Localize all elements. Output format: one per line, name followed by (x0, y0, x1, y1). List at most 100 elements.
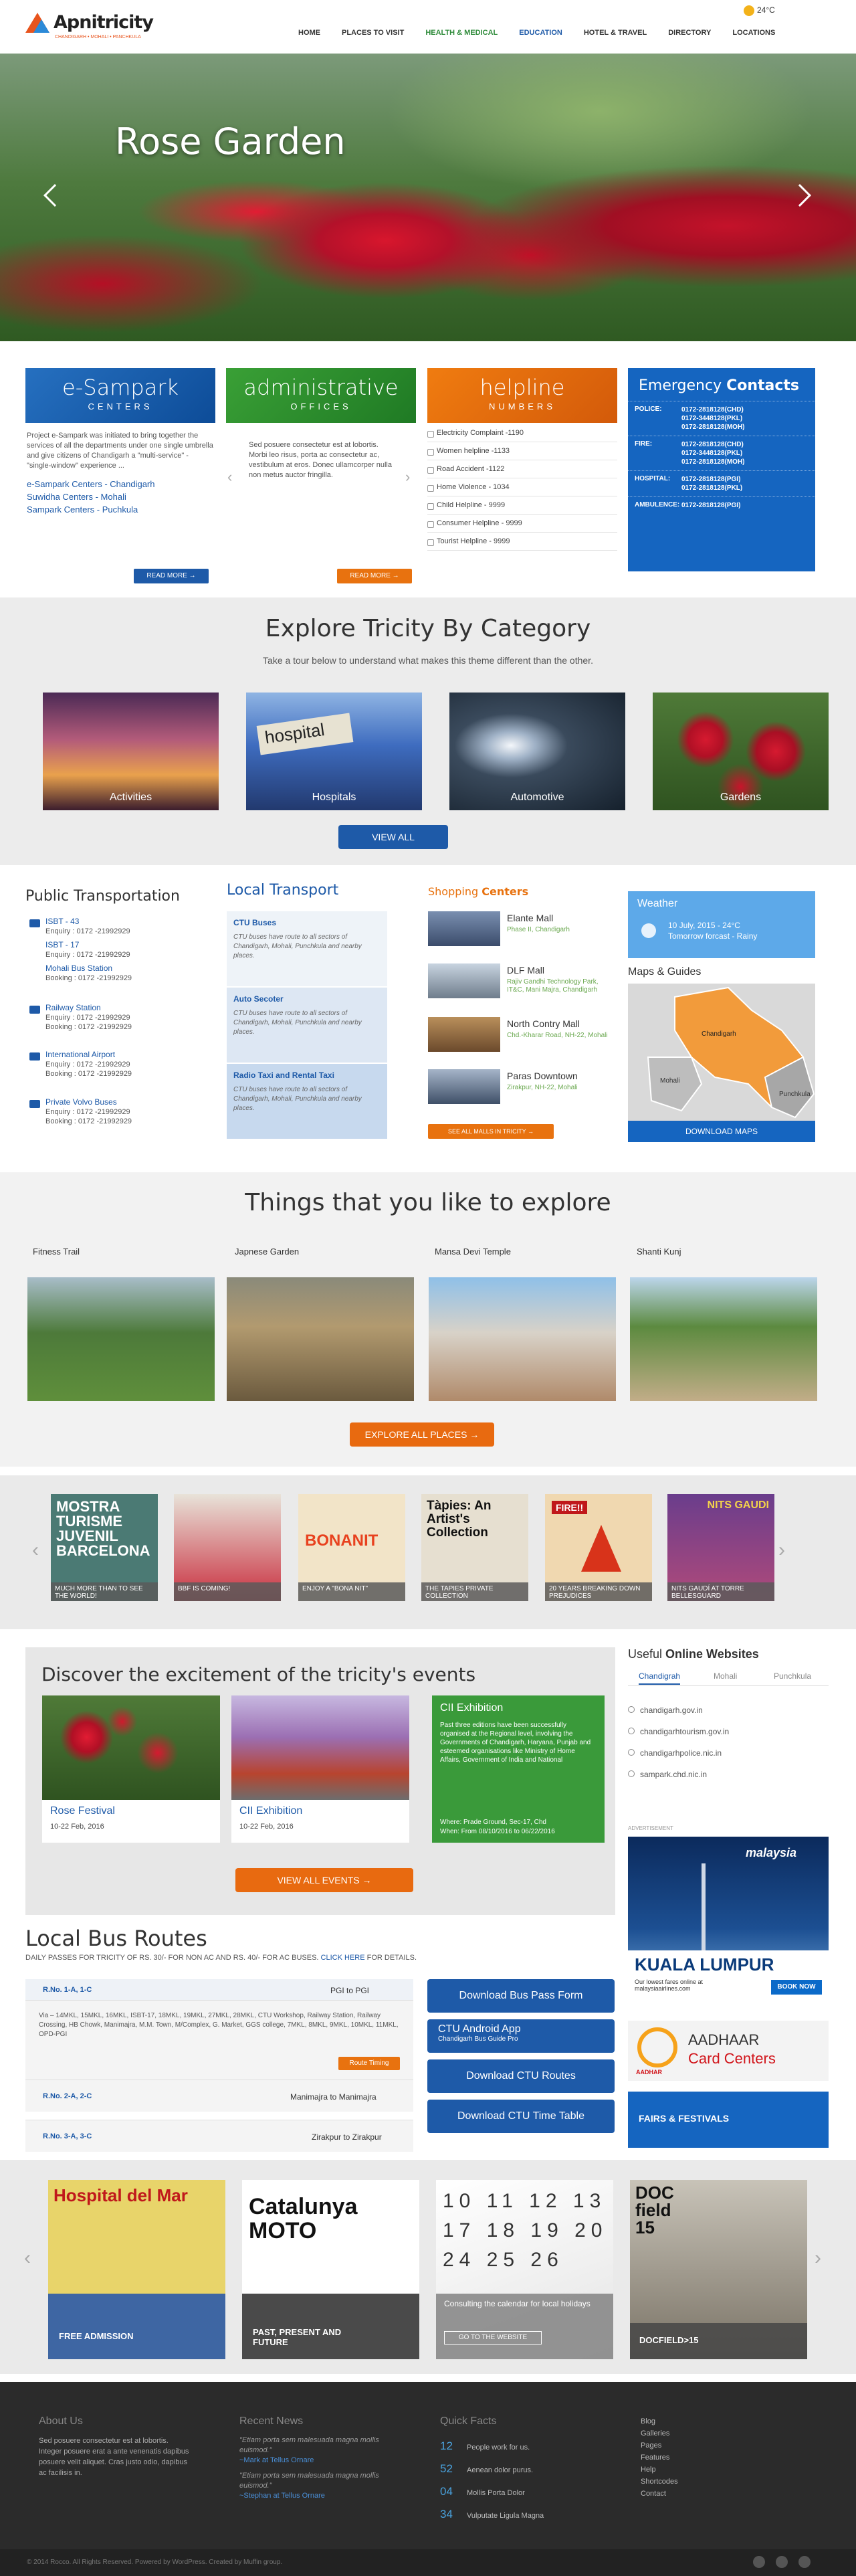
mall-north-country[interactable]: North Contry Mall Chd.-Kharar Road, NH-22… (428, 1017, 615, 1057)
thing-mansa-devi[interactable] (429, 1277, 616, 1401)
promo-card[interactable]: FIRE!! 20 YEARS BREAKING DOWN PREJUDICES (545, 1494, 652, 1601)
slider-prev-icon[interactable] (43, 184, 66, 207)
ad-city: KUALA LUMPUR (635, 1954, 774, 1974)
route-3[interactable]: R.No. 3-A, 3-C Zirakpur to Zirakpur (25, 2120, 413, 2152)
tab-punchkula[interactable]: Punchkula (774, 1671, 811, 1681)
website-item[interactable]: sampark.chd.nic.in (628, 1764, 829, 1785)
featured-event[interactable]: CII Exhibition Past three editions have … (432, 1695, 605, 1843)
strip-next-icon[interactable]: › (778, 1539, 785, 1562)
category-label: Gardens (720, 792, 762, 803)
helpline-item: Consumer Helpline - 9999 (427, 515, 617, 533)
promo-card[interactable]: NITS GAUDI NITS GAUDÍ AT TORRE BELLESGUAR… (667, 1494, 774, 1601)
ctu-android-app-button[interactable]: CTU Android App Chandigarh Bus Guide Pro (427, 2019, 615, 2053)
explore-all-places-button[interactable]: EXPLORE ALL PLACES → (350, 1422, 494, 1447)
footer-link-help[interactable]: Help (641, 2464, 678, 2476)
go-to-website-button[interactable]: GO TO THE WEBSITE (444, 2331, 542, 2344)
mall-name: DLF Mall (507, 965, 545, 976)
news-author[interactable]: ~Stephan at Tellus Ornare (239, 2491, 393, 2501)
malaysia-ad[interactable]: malaysia KUALA LUMPUR Our lowest fares o… (628, 1837, 829, 2004)
tricity-map[interactable]: Chandigarh Mohali Punchkula (628, 984, 815, 1121)
nav-hotel[interactable]: HOTEL & TRAVEL (573, 29, 657, 37)
nav-directory[interactable]: DIRECTORY (657, 29, 722, 37)
helpline-header: helpline NUMBERS (427, 368, 617, 423)
nav-home[interactable]: HOME (288, 29, 331, 37)
nav-places[interactable]: PLACES TO VISIT (331, 29, 415, 37)
admin-read-more-button[interactable]: READ MORE → (337, 569, 412, 583)
website-item[interactable]: chandigarh.gov.in (628, 1699, 829, 1721)
bottom-card-moto[interactable]: Catalunya MOTO PAST, PRESENT AND FUTURE (242, 2180, 419, 2359)
link-sampark-puchkula[interactable]: Sampark Centers - Puchkula (27, 503, 214, 516)
see-all-malls-button[interactable]: SEE ALL MALLS IN TRICITY → (428, 1124, 554, 1139)
thing-shanti-kunj[interactable] (630, 1277, 817, 1401)
facebook-icon[interactable] (776, 2556, 788, 2568)
promo-card[interactable]: BBF IS COMING! (174, 1494, 281, 1601)
bottom-card-docfield[interactable]: DOC field 15 DOCFIELD>15 (630, 2180, 807, 2359)
event-card-rose[interactable]: Rose Festival 10-22 Feb, 2016 (42, 1695, 220, 1843)
mall-elante[interactable]: Elante Mall Phase II, Chandigarh (428, 911, 615, 951)
google-plus-icon[interactable] (753, 2556, 765, 2568)
bottom-card-hospital[interactable]: Hospital del Mar FREE ADMISSION (48, 2180, 225, 2359)
category-gardens[interactable]: Gardens (653, 693, 829, 810)
bottom-next-icon[interactable]: › (815, 2247, 821, 2270)
footer-news-title: Recent News (239, 2415, 304, 2427)
local-ctu-buses[interactable]: CTU Buses CTU buses have route to all sec… (227, 911, 387, 986)
download-maps-button[interactable]: DOWNLOAD MAPS (628, 1121, 815, 1142)
tab-chandigarh[interactable]: Chandigrah (639, 1671, 681, 1685)
aadhaar-card[interactable]: AADHAR AADHAAR Card Centers (628, 2021, 829, 2081)
category-automotive[interactable]: Automotive (449, 693, 625, 810)
public-transport-title: Public Transportation (25, 888, 180, 905)
nav-health[interactable]: HEALTH & MEDICAL (415, 29, 508, 37)
strip-prev-icon[interactable]: ‹ (32, 1539, 39, 1562)
mall-dlf[interactable]: DLF Mall Rajiv Gandhi Technology Park, IT… (428, 963, 615, 1004)
route-1: R.No. 1-A, 1-C PGI to PGI Via – 14MKL, 1… (25, 1979, 413, 2092)
website-item[interactable]: chandigarhpolice.nic.in (628, 1742, 829, 1764)
mall-paras[interactable]: Paras Downtown Zirakpur, NH-22, Mohali (428, 1069, 615, 1109)
site-logo[interactable]: Apnitricity CHANDIGARH • MOHALI • PANCHK… (25, 12, 154, 39)
promo-card[interactable]: BONANIT ENJOY A "BONA NIT" (298, 1494, 405, 1601)
esampark-read-more-button[interactable]: READ MORE → (134, 569, 209, 583)
things-title: Things that you like to explore (245, 1189, 611, 1216)
admin-prev-icon[interactable]: ‹ (227, 468, 232, 486)
website-item[interactable]: chandigarhtourism.gov.in (628, 1721, 829, 1742)
view-all-button[interactable]: VIEW ALL (338, 825, 448, 849)
fairs-festivals-banner[interactable]: FAIRS & FESTIVALS (628, 2092, 829, 2148)
view-all-events-button[interactable]: VIEW ALL EVENTS → (235, 1868, 413, 1892)
twitter-icon[interactable] (798, 2556, 811, 2568)
footer-link-shortcodes[interactable]: Shortcodes (641, 2476, 678, 2488)
emergency-values: 0172-2818128(PGI) 0172-2818128(PKL) (681, 475, 742, 492)
fact-item: 34 Vulputate Ligula Magna (440, 2504, 594, 2526)
route-2[interactable]: R.No. 2-A, 2-C Manimajra to Manimajra (25, 2080, 413, 2112)
download-ctu-timetable-button[interactable]: Download CTU Time Table (427, 2100, 615, 2133)
news-author[interactable]: ~Mark at Tellus Ornare (239, 2456, 393, 2466)
footer-link-galleries[interactable]: Galleries (641, 2427, 678, 2440)
local-taxi[interactable]: Radio Taxi and Rental Taxi CTU buses have… (227, 1064, 387, 1139)
thing-fitness-trail[interactable] (27, 1277, 215, 1401)
download-ctu-routes-button[interactable]: Download CTU Routes (427, 2059, 615, 2093)
footer-link-blog[interactable]: Blog (641, 2415, 678, 2427)
bottom-prev-icon[interactable]: ‹ (24, 2247, 31, 2270)
nav-education[interactable]: EDUCATION (508, 29, 573, 37)
promo-card[interactable]: Tàpies: An Artist's Collection THE TAPIES… (421, 1494, 528, 1601)
title-part: Local (227, 882, 265, 899)
ad-book-now-button[interactable]: BOOK NOW (771, 1980, 822, 1995)
bus-click-here-link[interactable]: CLICK HERE (321, 1954, 365, 1962)
route-timing-button[interactable]: Route Timing (338, 2057, 400, 2070)
admin-next-icon[interactable]: › (405, 468, 410, 486)
slider-next-icon[interactable] (788, 184, 811, 207)
download-bus-pass-button[interactable]: Download Bus Pass Form (427, 1979, 615, 2013)
local-auto[interactable]: Auto Secoter CTU buses have route to all … (227, 988, 387, 1063)
bottom-card-calendar[interactable]: 10 11 12 13 17 18 19 20 24 25 26 Consultin… (436, 2180, 613, 2359)
promo-card[interactable]: MOSTRA TURISME JUVENIL BARCELONA MUCH MOR… (51, 1494, 158, 1601)
event-card-cii[interactable]: CII Exhibition 10-22 Feb, 2016 (231, 1695, 409, 1843)
nav-locations[interactable]: LOCATIONS (722, 29, 786, 37)
footer-link-contact[interactable]: Contact (641, 2488, 678, 2500)
link-esampark-chandigarh[interactable]: e-Sampark Centers - Chandigarh (27, 478, 214, 490)
category-hospitals[interactable]: hospital Hospitals (246, 693, 422, 810)
footer-link-features[interactable]: Features (641, 2452, 678, 2464)
tab-mohali[interactable]: Mohali (714, 1671, 737, 1681)
link-suwidha-mohali[interactable]: Suwidha Centers - Mohali (27, 490, 214, 503)
footer-link-pages[interactable]: Pages (641, 2440, 678, 2452)
route-via: Via – 14MKL, 15MKL, 16MKL, ISBT-17, 18MK… (39, 2012, 399, 2038)
category-activities[interactable]: Activities (43, 693, 219, 810)
thing-japanese-garden[interactable] (227, 1277, 414, 1401)
